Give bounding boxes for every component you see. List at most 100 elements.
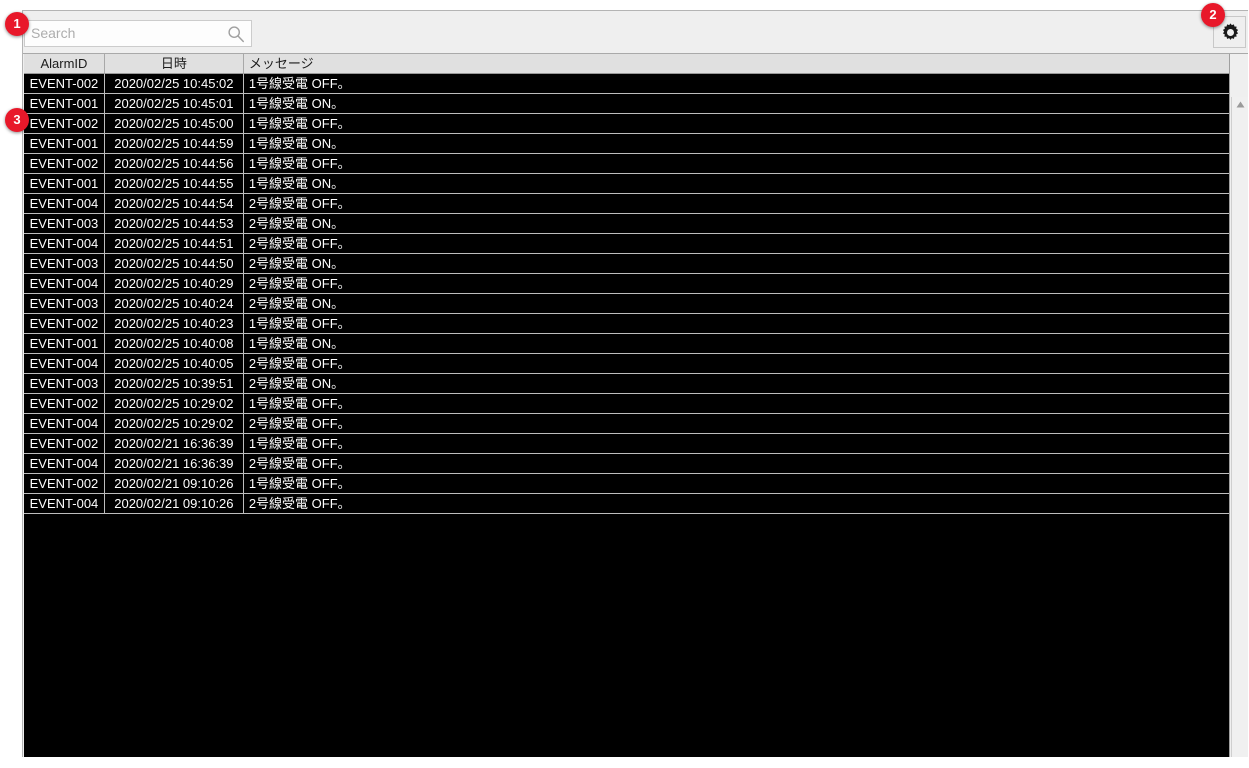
cell-datetime: 2020/02/25 10:40:29 bbox=[105, 274, 244, 293]
cell-datetime: 2020/02/25 10:40:24 bbox=[105, 294, 244, 313]
cell-alarm_id: EVENT-004 bbox=[24, 234, 105, 253]
cell-alarm_id: EVENT-003 bbox=[24, 294, 105, 313]
cell-message: 2号線受電 OFF。 bbox=[248, 456, 351, 471]
cell-alarm_id: EVENT-002 bbox=[24, 314, 105, 333]
cell-message: 2号線受電 OFF。 bbox=[248, 236, 351, 251]
cell-message: 1号線受電 ON。 bbox=[248, 176, 345, 191]
table-row[interactable]: EVENT-002 2020/02/25 10:45:02 1号線受電 OFF。 bbox=[24, 74, 1229, 94]
annotation-badge-1: 1 bbox=[5, 12, 29, 36]
cell-alarm_id: EVENT-004 bbox=[24, 414, 105, 433]
column-header-message[interactable]: メッセージ bbox=[244, 54, 1229, 73]
table-row[interactable]: EVENT-001 2020/02/25 10:44:55 1号線受電 ON。 bbox=[24, 174, 1229, 194]
cell-datetime: 2020/02/25 10:45:02 bbox=[105, 74, 244, 93]
table-row[interactable]: EVENT-002 2020/02/25 10:45:00 1号線受電 OFF。 bbox=[24, 114, 1229, 134]
search-box[interactable] bbox=[24, 20, 252, 47]
cell-datetime: 2020/02/25 10:44:51 bbox=[105, 234, 244, 253]
table-row[interactable]: EVENT-001 2020/02/25 10:40:08 1号線受電 ON。 bbox=[24, 334, 1229, 354]
toolbar bbox=[23, 11, 1248, 54]
annotation-badge-2: 2 bbox=[1201, 3, 1225, 27]
cell-alarm_id: EVENT-002 bbox=[24, 114, 105, 133]
table-row[interactable]: EVENT-004 2020/02/25 10:44:51 2号線受電 OFF。 bbox=[24, 234, 1229, 254]
cell-message: 2号線受電 OFF。 bbox=[248, 416, 351, 431]
cell-alarm_id: EVENT-002 bbox=[24, 74, 105, 93]
table-row[interactable]: EVENT-001 2020/02/25 10:44:59 1号線受電 ON。 bbox=[24, 134, 1229, 154]
cell-message: 1号線受電 OFF。 bbox=[248, 156, 351, 171]
gear-icon bbox=[1220, 22, 1241, 43]
cell-alarm_id: EVENT-001 bbox=[24, 134, 105, 153]
table-row[interactable]: EVENT-002 2020/02/21 16:36:39 1号線受電 OFF。 bbox=[24, 434, 1229, 454]
annotation-badge-3: 3 bbox=[5, 108, 29, 132]
cell-alarm_id: EVENT-001 bbox=[24, 334, 105, 353]
cell-alarm_id: EVENT-004 bbox=[24, 274, 105, 293]
cell-message: 1号線受電 OFF。 bbox=[248, 396, 351, 411]
cell-message: 2号線受電 OFF。 bbox=[248, 196, 351, 211]
table-header-row: AlarmID 日時 メッセージ bbox=[24, 54, 1229, 74]
alarm-grid: AlarmID 日時 メッセージ EVENT-002 2020/02/25 10:… bbox=[24, 54, 1230, 757]
table-row[interactable]: EVENT-004 2020/02/25 10:40:29 2号線受電 OFF。 bbox=[24, 274, 1229, 294]
table-row[interactable]: EVENT-003 2020/02/25 10:39:51 2号線受電 ON。 bbox=[24, 374, 1229, 394]
cell-datetime: 2020/02/25 10:44:50 bbox=[105, 254, 244, 273]
cell-message: 1号線受電 OFF。 bbox=[248, 76, 351, 91]
cell-alarm_id: EVENT-004 bbox=[24, 494, 105, 513]
cell-message: 1号線受電 OFF。 bbox=[248, 116, 351, 131]
cell-message: 1号線受電 OFF。 bbox=[248, 436, 351, 451]
table-row[interactable]: EVENT-004 2020/02/25 10:29:02 2号線受電 OFF。 bbox=[24, 414, 1229, 434]
table-row[interactable]: EVENT-004 2020/02/21 16:36:39 2号線受電 OFF。 bbox=[24, 454, 1229, 474]
scroll-up-button[interactable] bbox=[1232, 97, 1248, 114]
cell-datetime: 2020/02/25 10:29:02 bbox=[105, 414, 244, 433]
cell-message: 2号線受電 ON。 bbox=[248, 216, 345, 231]
table-row[interactable]: EVENT-002 2020/02/25 10:44:56 1号線受電 OFF。 bbox=[24, 154, 1229, 174]
cell-datetime: 2020/02/25 10:45:00 bbox=[105, 114, 244, 133]
vertical-scrollbar[interactable] bbox=[1231, 97, 1248, 757]
cell-datetime: 2020/02/25 10:40:23 bbox=[105, 314, 244, 333]
table-row[interactable]: EVENT-002 2020/02/21 09:10:26 1号線受電 OFF。 bbox=[24, 474, 1229, 494]
cell-datetime: 2020/02/25 10:44:59 bbox=[105, 134, 244, 153]
cell-datetime: 2020/02/25 10:44:53 bbox=[105, 214, 244, 233]
cell-datetime: 2020/02/25 10:44:56 bbox=[105, 154, 244, 173]
column-header-datetime[interactable]: 日時 bbox=[105, 54, 244, 73]
cell-datetime: 2020/02/21 16:36:39 bbox=[105, 434, 244, 453]
table-row[interactable]: EVENT-003 2020/02/25 10:44:50 2号線受電 ON。 bbox=[24, 254, 1229, 274]
cell-alarm_id: EVENT-002 bbox=[24, 434, 105, 453]
cell-datetime: 2020/02/25 10:40:08 bbox=[105, 334, 244, 353]
alarm-list-window: AlarmID 日時 メッセージ EVENT-0022020/02/25 10:… bbox=[22, 10, 1248, 757]
cell-alarm_id: EVENT-002 bbox=[24, 394, 105, 413]
table-row[interactable]: EVENT-002 2020/02/25 10:29:02 1号線受電 OFF。 bbox=[24, 394, 1229, 414]
cell-alarm_id: EVENT-004 bbox=[24, 454, 105, 473]
cell-alarm_id: EVENT-002 bbox=[24, 154, 105, 173]
column-header-alarm-id[interactable]: AlarmID bbox=[24, 54, 105, 73]
table-row[interactable]: EVENT-004 2020/02/25 10:44:54 2号線受電 OFF。 bbox=[24, 194, 1229, 214]
cell-alarm_id: EVENT-003 bbox=[24, 374, 105, 393]
cell-message: 2号線受電 ON。 bbox=[248, 256, 345, 271]
cell-datetime: 2020/02/21 09:10:26 bbox=[105, 474, 244, 493]
cell-message: 2号線受電 OFF。 bbox=[248, 496, 351, 511]
cell-datetime: 2020/02/25 10:45:01 bbox=[105, 94, 244, 113]
cell-datetime: 2020/02/25 10:29:02 bbox=[105, 394, 244, 413]
cell-alarm_id: EVENT-004 bbox=[24, 194, 105, 213]
cell-message: 2号線受電 ON。 bbox=[248, 376, 345, 391]
cell-message: 1号線受電 ON。 bbox=[248, 96, 345, 111]
cell-message: 1号線受電 ON。 bbox=[248, 336, 345, 351]
cell-message: 2号線受電 OFF。 bbox=[248, 356, 351, 371]
search-input[interactable] bbox=[31, 21, 216, 46]
table-row[interactable]: EVENT-001 2020/02/25 10:45:01 1号線受電 ON。 bbox=[24, 94, 1229, 114]
cell-message: 1号線受電 OFF。 bbox=[248, 476, 351, 491]
alarm-table: AlarmID 日時 メッセージ EVENT-002 2020/02/25 10:… bbox=[24, 54, 1248, 757]
cell-datetime: 2020/02/25 10:40:05 bbox=[105, 354, 244, 373]
cell-datetime: 2020/02/25 10:44:55 bbox=[105, 174, 244, 193]
cell-message: 1号線受電 ON。 bbox=[248, 136, 345, 151]
app-root: AlarmID 日時 メッセージ EVENT-0022020/02/25 10:… bbox=[0, 0, 1249, 768]
triangle-up-icon bbox=[1236, 101, 1245, 108]
cell-datetime: 2020/02/21 16:36:39 bbox=[105, 454, 244, 473]
table-row[interactable]: EVENT-004 2020/02/25 10:40:05 2号線受電 OFF。 bbox=[24, 354, 1229, 374]
search-icon[interactable] bbox=[227, 25, 245, 43]
cell-message: 2号線受電 ON。 bbox=[248, 296, 345, 311]
cell-message: 1号線受電 OFF。 bbox=[248, 316, 351, 331]
cell-alarm_id: EVENT-002 bbox=[24, 474, 105, 493]
table-row[interactable]: EVENT-003 2020/02/25 10:40:24 2号線受電 ON。 bbox=[24, 294, 1229, 314]
table-row[interactable]: EVENT-004 2020/02/21 09:10:26 2号線受電 OFF。 bbox=[24, 494, 1229, 514]
table-row[interactable]: EVENT-002 2020/02/25 10:40:23 1号線受電 OFF。 bbox=[24, 314, 1229, 334]
cell-alarm_id: EVENT-001 bbox=[24, 174, 105, 193]
cell-alarm_id: EVENT-001 bbox=[24, 94, 105, 113]
table-row[interactable]: EVENT-003 2020/02/25 10:44:53 2号線受電 ON。 bbox=[24, 214, 1229, 234]
